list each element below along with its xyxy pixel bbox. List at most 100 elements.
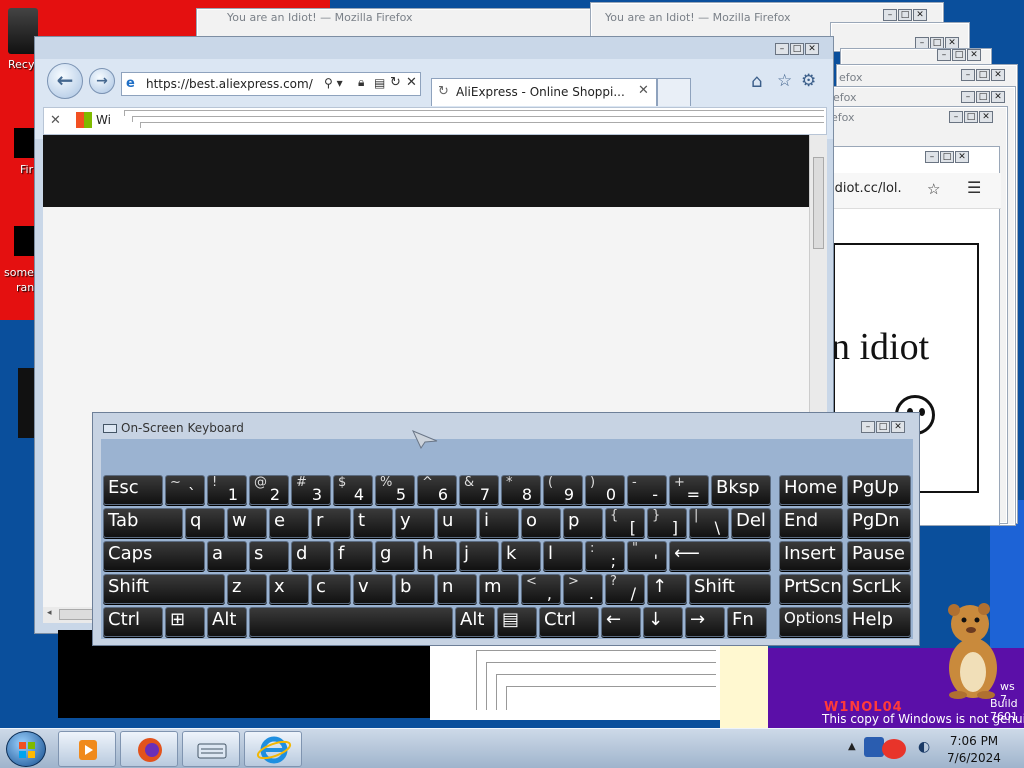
stop-icon[interactable]: ✕ [406,75,417,90]
key[interactable]: l [543,541,583,571]
key[interactable]: v [353,574,393,604]
key[interactable]: (9 [543,475,583,505]
key[interactable]: Ctrl [103,607,163,637]
minimize-button[interactable]: – [949,111,963,123]
tab-close-icon[interactable]: ✕ [638,83,649,98]
key[interactable]: #3 [291,475,331,505]
back-arrow-icon[interactable]: ← [47,63,83,99]
minimize-button[interactable]: – [961,91,975,103]
search-icon[interactable]: ⚲ ▾ [324,76,343,90]
key[interactable]: a [207,541,247,571]
minimize-button[interactable]: – [961,69,975,81]
key[interactable]: ⟵ [669,541,771,571]
key[interactable]: {[ [605,508,645,538]
nav-key[interactable]: PgUp [847,475,911,505]
compatibility-icon[interactable]: ▤ [374,76,385,90]
key[interactable]: ^ 6 [417,475,457,505]
key[interactable]: Bksp [711,475,771,505]
close-button[interactable]: ✕ [955,151,969,163]
key[interactable]: Fn [727,607,767,637]
close-button[interactable]: ✕ [991,69,1005,81]
favorites-item[interactable]: Wi [96,113,111,127]
key[interactable]: ▤ [497,607,537,637]
tab-aliexpress[interactable]: ↻ AliExpress - Online Shoppi... ✕ [431,78,657,106]
key[interactable]: i [479,508,519,538]
key[interactable]: -- [627,475,667,505]
key[interactable]: Tab [103,508,183,538]
key[interactable]: Alt [207,607,247,637]
nav-key[interactable]: Insert [779,541,843,571]
key[interactable]: g [375,541,415,571]
on-screen-keyboard-window[interactable]: On-Screen Keyboard – □ ✕ Esc ~ `! 1 @2 #3 $4% 5 ^ 6… [92,412,920,646]
key[interactable]: w [227,508,267,538]
key[interactable]: c [311,574,351,604]
refresh-icon[interactable]: ↻ [390,75,401,90]
key[interactable]: + = [669,475,709,505]
key[interactable]: ↑ [647,574,687,604]
key[interactable]: Shift [103,574,225,604]
minimize-button[interactable]: – [925,151,939,163]
key[interactable]: b [395,574,435,604]
nav-key[interactable]: Pause [847,541,911,571]
forward-arrow-icon[interactable]: → [89,68,115,94]
key[interactable]: <, [521,574,561,604]
key[interactable]: ↓ [643,607,683,637]
key[interactable]: % 5 [375,475,415,505]
key[interactable]: o [521,508,561,538]
scrollbar-thumb[interactable] [813,157,824,249]
key[interactable]: p [563,508,603,538]
maximize-button[interactable]: □ [976,69,990,81]
taskbar-media-player[interactable] [58,731,116,767]
maximize-button[interactable]: □ [898,9,912,21]
key[interactable]: ← [601,607,641,637]
key[interactable]: k [501,541,541,571]
key[interactable]: d [291,541,331,571]
tray-app-icon[interactable] [882,739,906,759]
nav-key[interactable]: PrtScn [779,574,843,604]
close-icon[interactable]: ✕ [50,113,61,128]
shield-icon[interactable]: ☆ [927,180,940,198]
nav-key[interactable]: Help [847,607,911,637]
maximize-button[interactable]: □ [876,421,890,433]
key[interactable]: }] [647,508,687,538]
address-bar[interactable]: e https://best.aliexpress.com/ ⚲ ▾ 🔒︎ ▤ … [121,72,421,96]
key[interactable]: x [269,574,309,604]
key[interactable]: ! 1 [207,475,247,505]
start-button[interactable] [6,731,46,767]
system-clock[interactable]: 7:06 PM 7/6/2024 [944,733,1004,767]
taskbar-firefox[interactable] [120,731,178,767]
nav-key[interactable]: End [779,508,843,538]
maximize-button[interactable]: □ [952,49,966,61]
minimize-button[interactable]: – [883,9,897,21]
volume-icon[interactable]: ◐ [918,739,930,755]
key[interactable]: → [685,607,725,637]
address-url[interactable]: https://best.aliexpress.com/ [146,77,313,91]
maximize-button[interactable]: □ [976,91,990,103]
close-button[interactable]: ✕ [967,49,981,61]
maximize-button[interactable]: □ [964,111,978,123]
minimize-button[interactable]: – [937,49,951,61]
close-button[interactable]: ✕ [979,111,993,123]
nav-key[interactable]: PgDn [847,508,911,538]
key[interactable]: h [417,541,457,571]
new-tab-button[interactable] [657,78,691,106]
favorites-star-icon[interactable]: ☆ [777,71,792,91]
close-button[interactable]: ✕ [805,43,819,55]
key[interactable]: z [227,574,267,604]
key[interactable] [249,607,453,637]
maximize-button[interactable]: □ [940,151,954,163]
show-hidden-icons-icon[interactable]: ▲ [848,741,856,752]
key[interactable]: y [395,508,435,538]
key[interactable]: j [459,541,499,571]
key[interactable]: u [437,508,477,538]
nav-key[interactable]: Options [779,607,843,637]
key[interactable]: ? / [605,574,645,604]
lock-icon[interactable]: 🔒︎ [358,75,364,90]
key[interactable]: Caps [103,541,205,571]
settings-gear-icon[interactable]: ⚙ [801,71,816,91]
close-button[interactable]: ✕ [913,9,927,21]
key[interactable]: q [185,508,225,538]
key[interactable]: :; [585,541,625,571]
nav-key[interactable]: Home [779,475,843,505]
key[interactable]: s [249,541,289,571]
